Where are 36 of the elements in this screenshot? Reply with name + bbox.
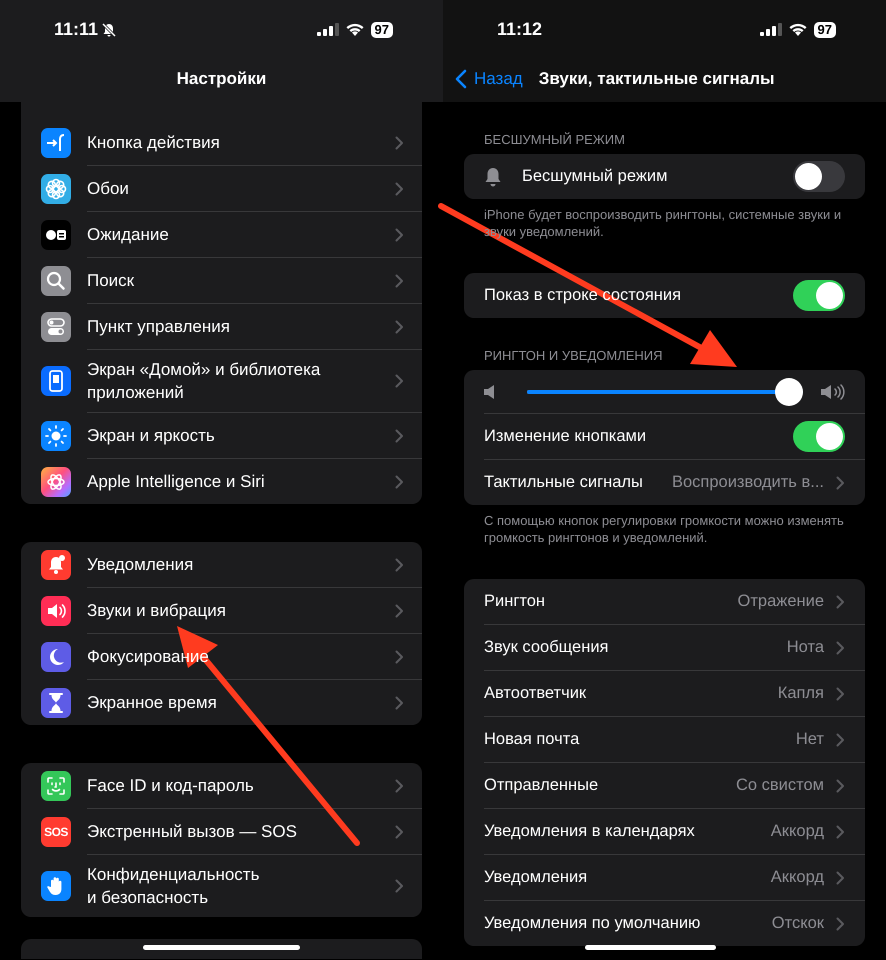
setting-label: Бесшумный режим <box>522 167 668 186</box>
sos-icon: SOS <box>41 816 71 846</box>
settings-row[interactable]: Обои <box>21 166 422 211</box>
section-header: РИНГТОН И УВЕДОМЛЕНИЯ <box>483 347 664 365</box>
settings-row[interactable]: Уведомления Аккорд <box>464 855 865 900</box>
settings-row[interactable]: Кнопка действия <box>21 120 422 165</box>
clock-time: 11:12 <box>497 19 542 40</box>
settings-row[interactable]: Экран «Домой» и библиотека приложений <box>21 350 422 412</box>
settings-row[interactable]: Поиск <box>21 258 422 303</box>
battery-level: 97 <box>814 22 836 38</box>
screen-title: Звуки, тактильные сигналы <box>538 68 775 88</box>
settings-row[interactable]: Apple Intelligence и Siri <box>21 459 422 504</box>
back-button[interactable]: Назад <box>455 68 523 88</box>
clock-time: 11:11 <box>54 19 98 40</box>
settings-row[interactable]: Ожидание <box>21 212 422 257</box>
section-header: БЕСШУМНЫЙ РЕЖИМ <box>483 131 626 149</box>
settings-row[interactable]: Face ID и код-пароль <box>21 763 422 808</box>
settings-row[interactable]: Звуки и вибрация <box>21 588 422 633</box>
settings-row[interactable]: Уведомления по умолчанию Отскок <box>464 901 865 946</box>
settings-row[interactable]: Пункт управления <box>21 304 422 349</box>
settings-row[interactable]: Автоответчик Капля <box>464 671 865 716</box>
settings-row[interactable]: Экранное время <box>21 680 422 725</box>
screen-title: Настройки <box>176 68 266 88</box>
setting-label: Изменение кнопками <box>484 427 648 446</box>
settings-row[interactable]: Экран и яркость <box>21 413 422 458</box>
settings-row[interactable]: Рингтон Отражение <box>464 579 865 624</box>
settings-row[interactable]: Звук сообщения Нота <box>464 625 865 670</box>
settings-row[interactable]: Уведомления <box>21 542 422 587</box>
settings-row[interactable]: Отправленные Со свистом <box>464 763 865 808</box>
section-footer: С помощью кнопок регулировки громкости можно изменять громкость рингтонов и уведомлений. <box>464 505 865 546</box>
settings-row[interactable]: Новая почта Нет <box>464 717 865 762</box>
settings-row[interactable]: Уведомления в календарях Аккорд <box>464 809 865 854</box>
settings-row[interactable]: SOS Экстренный вызов — SOS <box>21 809 422 854</box>
settings-row[interactable]: Конфиденциальность и безопасность <box>21 855 422 917</box>
settings-row[interactable]: Тактильные сигналы Воспроизводить в... <box>464 460 865 505</box>
battery-level: 97 <box>370 22 393 38</box>
